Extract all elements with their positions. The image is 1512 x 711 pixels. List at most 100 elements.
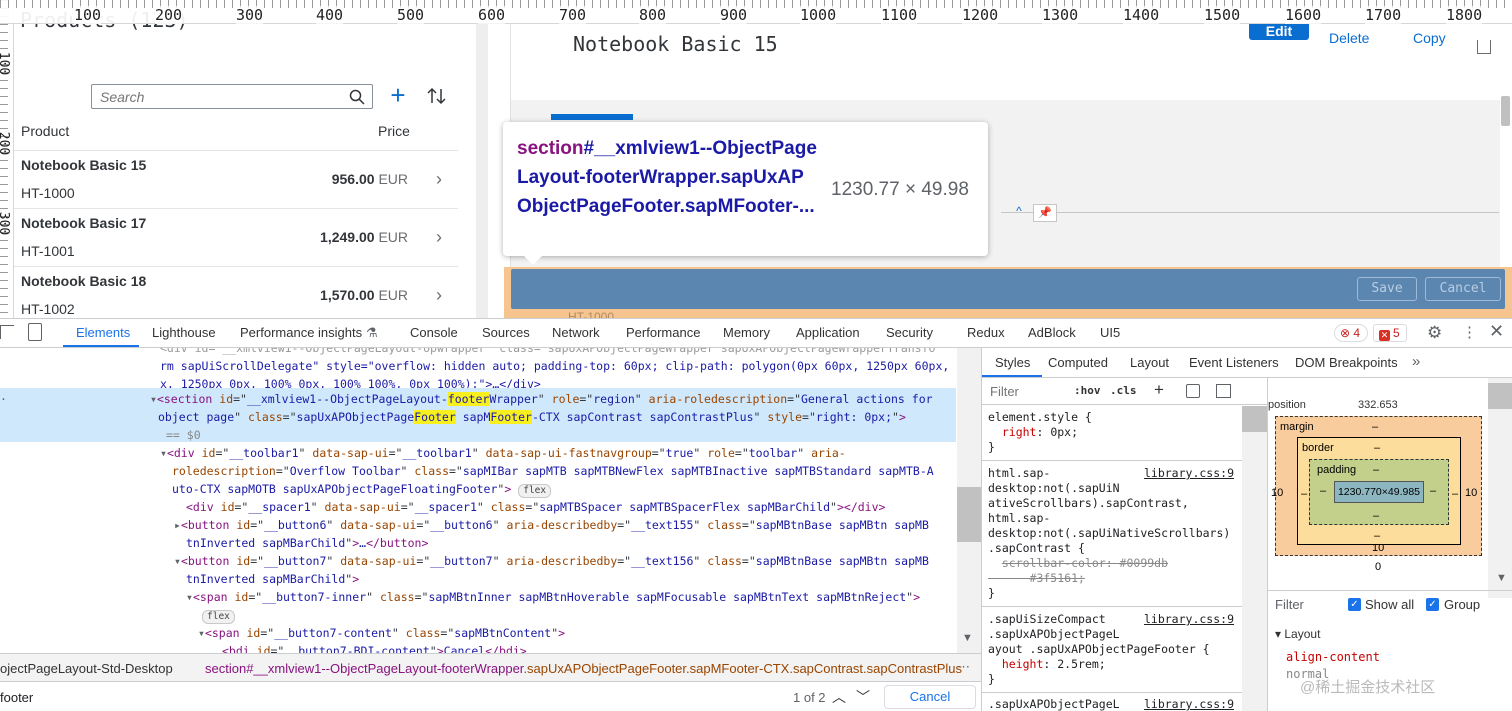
search-field[interactable]	[91, 84, 373, 109]
rule-next[interactable]: .sapUxAPObjectPageL library.css:9	[988, 697, 1238, 711]
dom-line[interactable]: tnInverted sapMBarChild">	[186, 570, 359, 588]
group-checkbox[interactable]: ✓	[1426, 598, 1439, 611]
rule-source-link[interactable]: library.css:9	[1144, 466, 1234, 481]
scroll-down-icon[interactable]: ▼	[962, 632, 973, 644]
margin-top[interactable]: –	[1372, 421, 1378, 433]
tab-adblock[interactable]: AdBlock	[1028, 325, 1076, 340]
tab-lighthouse[interactable]: Lighthouse	[152, 325, 216, 340]
tab-ui5[interactable]: UI5	[1100, 325, 1120, 340]
rule-element-style[interactable]: element.style { right: 0px; }	[988, 410, 1238, 455]
breadcrumb-item-current[interactable]: section#__xmlview1--ObjectPageLayout-foo…	[205, 661, 962, 676]
dom-line[interactable]: roledescription="Overflow Toolbar" class…	[172, 462, 934, 480]
breadcrumb-item[interactable]: ojectPageLayout-Std-Desktop	[0, 661, 173, 676]
collapse-header-icon[interactable]: ^	[1007, 204, 1031, 222]
inspect-element-icon[interactable]	[0, 325, 14, 339]
dom-line[interactable]: flex	[202, 606, 235, 624]
box-model-scrollbar-thumb[interactable]	[1488, 383, 1512, 409]
tab-styles[interactable]: Styles	[995, 355, 1030, 370]
padding-bottom[interactable]: –	[1373, 510, 1379, 522]
dom-line[interactable]: <div id="__spacer1" data-sap-ui="__space…	[186, 498, 885, 516]
dom-line[interactable]: tnInverted sapMBarChild">…</button>	[186, 534, 428, 552]
box-model-border[interactable]: border – – – – padding – – – – 1230.770×…	[1297, 437, 1461, 545]
add-icon[interactable]: +	[386, 82, 410, 109]
dom-line[interactable]: uto-CTX sapMOTB sapUxAPObjectPageFloatin…	[172, 480, 552, 498]
tab-application[interactable]: Application	[796, 325, 860, 340]
issues-count-badge[interactable]: ✕ 5	[1373, 324, 1407, 342]
anchor-bar-tab[interactable]	[551, 114, 633, 120]
tab-redux[interactable]: Redux	[967, 325, 1005, 340]
tab-computed[interactable]: Computed	[1048, 355, 1108, 370]
pin-icon[interactable]: 📌	[1033, 204, 1057, 222]
show-all-checkbox[interactable]: ✓	[1348, 598, 1361, 611]
box-model-padding[interactable]: padding – – – – 1230.770×49.985	[1309, 459, 1449, 525]
scroll-down-icon[interactable]: ▼	[1496, 572, 1507, 584]
sort-icon[interactable]	[426, 85, 448, 107]
paint-icon[interactable]	[1186, 384, 1200, 398]
share-icon[interactable]	[1477, 40, 1491, 54]
tab-sources[interactable]: Sources	[482, 325, 530, 340]
dom-line-selected[interactable]: object page" class="sapUxAPObjectPageFoo…	[158, 408, 906, 426]
box-model-scrollbar[interactable]	[1488, 378, 1512, 598]
elements-tree[interactable]: <div id="__xmlview1--ObjectPageLayout-op…	[0, 348, 956, 653]
dom-line[interactable]: <bdi id="__button7-BDI-content">Cancel</…	[222, 642, 527, 653]
dom-line[interactable]: ▾<span id="__button7-content" class="sap…	[198, 624, 565, 642]
flex-badge[interactable]: flex	[202, 610, 235, 624]
new-rule-icon[interactable]: +	[1154, 380, 1164, 400]
tab-console[interactable]: Console	[410, 325, 458, 340]
dom-line-selected[interactable]: ▾<section id="__xmlview1--ObjectPageLayo…	[150, 390, 933, 408]
computed-filter-input[interactable]: Filter	[1275, 597, 1304, 612]
column-header-price[interactable]: Price	[378, 123, 410, 139]
rule-source-link[interactable]: library.css:9	[1144, 697, 1234, 711]
copy-button[interactable]: Copy	[1413, 30, 1446, 46]
rule-source-link[interactable]: library.css:9	[1144, 612, 1234, 627]
dom-line[interactable]: ▸<button id="__button6" data-sap-ui="__b…	[174, 516, 929, 534]
edit-button[interactable]: Edit	[1249, 24, 1309, 40]
save-button[interactable]: Save	[1357, 277, 1417, 301]
scrollbar-thumb[interactable]	[1501, 96, 1510, 126]
padding-top[interactable]: –	[1373, 464, 1379, 476]
pane-splitter[interactable]	[476, 24, 488, 318]
elements-scrollbar-thumb[interactable]	[957, 487, 981, 542]
rule-footer-height[interactable]: .sapUiSizeCompact .sapUxAPObjectPageL ay…	[988, 612, 1238, 687]
margin-left[interactable]: 10	[1271, 487, 1283, 499]
tab-performance[interactable]: Performance	[626, 325, 700, 340]
list-item[interactable]: Notebook Basic 18 HT-1002 1,570.00 EUR ›	[14, 266, 458, 318]
margin-right[interactable]: 10	[1465, 487, 1477, 499]
chevron-up-icon[interactable]: ︿	[832, 687, 846, 707]
box-model-content-size[interactable]: 1230.770×49.985	[1334, 481, 1424, 503]
dom-line[interactable]: rm sapUiScrollDelegate" style="overflow:…	[160, 357, 949, 375]
class-toggle-button[interactable]: .cls	[1110, 384, 1137, 397]
cancel-button[interactable]: Cancel	[1425, 277, 1501, 301]
tab-memory[interactable]: Memory	[723, 325, 770, 340]
search-input[interactable]	[100, 88, 340, 106]
layout-section-toggle[interactable]: ▾ Layout	[1275, 627, 1320, 641]
tab-layout[interactable]: Layout	[1130, 355, 1169, 370]
padding-left[interactable]: –	[1320, 485, 1326, 497]
chevron-down-icon[interactable]: ﹀	[856, 687, 870, 707]
find-input[interactable]	[0, 688, 760, 706]
tab-network[interactable]: Network	[552, 325, 600, 340]
tab-elements[interactable]: Elements	[76, 325, 130, 340]
close-icon[interactable]: ✕	[1489, 321, 1504, 342]
list-item[interactable]: Notebook Basic 17 HT-1001 1,249.00 EUR ›	[14, 208, 458, 266]
box-model-margin[interactable]: margin – 10 10 10 border – – – – padding…	[1271, 416, 1482, 556]
device-toolbar-icon[interactable]	[28, 323, 42, 341]
hover-state-button[interactable]: :hov	[1074, 384, 1101, 397]
kebab-menu-icon[interactable]: ⋮	[1462, 323, 1477, 341]
border-right[interactable]: –	[1452, 488, 1458, 500]
sidebar-toggle-icon[interactable]	[1216, 384, 1231, 398]
border-bottom[interactable]: –	[1374, 530, 1380, 542]
tab-security[interactable]: Security	[886, 325, 933, 340]
gear-icon[interactable]: ⚙	[1427, 323, 1442, 343]
more-icon[interactable]: ⋯	[957, 659, 970, 675]
dom-line[interactable]: ▾<span id="__button7-inner" class="sapMB…	[186, 588, 920, 606]
flex-badge[interactable]: flex	[518, 484, 552, 498]
tab-dom-breakpoints[interactable]: DOM Breakpoints	[1295, 355, 1398, 370]
tab-event-listeners[interactable]: Event Listeners	[1189, 355, 1279, 370]
tab-performance-insights[interactable]: Performance insights	[240, 325, 362, 340]
find-cancel-button[interactable]: Cancel	[884, 685, 976, 709]
border-left[interactable]: –	[1301, 488, 1307, 500]
dom-line[interactable]: ▾<div id="__toolbar1" data-sap-ui="__too…	[160, 444, 846, 462]
border-top[interactable]: –	[1374, 442, 1380, 454]
padding-right[interactable]: –	[1430, 485, 1436, 497]
